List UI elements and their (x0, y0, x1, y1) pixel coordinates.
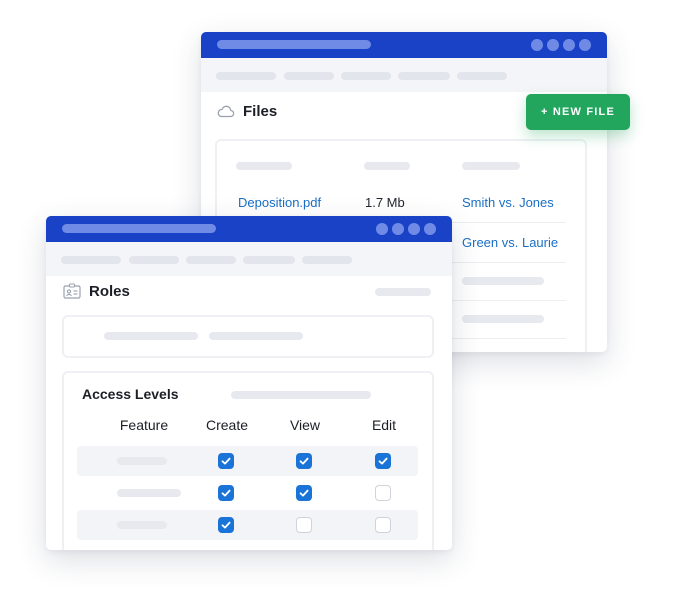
feature-name-placeholder (117, 457, 167, 465)
roles-toolbar (46, 242, 452, 276)
roles-summary-panel (62, 315, 434, 358)
id-badge-icon (63, 283, 81, 299)
window-control-dot[interactable] (408, 223, 420, 235)
window-control-dot[interactable] (424, 223, 436, 235)
toolbar-placeholder[interactable] (129, 256, 179, 264)
checkbox-create[interactable] (218, 453, 234, 469)
check-icon (378, 457, 388, 465)
check-icon (221, 489, 231, 497)
roles-titlebar (46, 216, 452, 242)
roles-window: Roles (46, 216, 452, 550)
feature-name-placeholder (117, 489, 181, 497)
window-control-dot[interactable] (563, 39, 575, 51)
column-header-edit: Edit (371, 417, 397, 433)
toolbar-placeholder[interactable] (186, 256, 236, 264)
files-titlebar (201, 32, 607, 58)
column-header-placeholder (462, 162, 520, 170)
check-icon (221, 521, 231, 529)
column-header-placeholder (364, 162, 410, 170)
window-control-dot[interactable] (376, 223, 388, 235)
toolbar-placeholder[interactable] (284, 72, 334, 80)
toolbar-placeholder[interactable] (341, 72, 391, 80)
access-levels-placeholder (231, 391, 371, 399)
window-control-dot[interactable] (392, 223, 404, 235)
window-control-dot[interactable] (531, 39, 543, 51)
new-file-button[interactable]: + NEW FILE (526, 94, 630, 130)
check-icon (299, 489, 309, 497)
row-placeholder (462, 277, 544, 285)
checkbox-view[interactable] (296, 517, 312, 533)
roles-title-placeholder (62, 224, 216, 233)
summary-placeholder (104, 332, 198, 340)
file-case-link[interactable]: Green vs. Laurie (462, 235, 558, 250)
file-name-link[interactable]: Deposition.pdf (238, 195, 321, 210)
checkbox-view[interactable] (296, 485, 312, 501)
row-placeholder (462, 315, 544, 323)
checkbox-edit[interactable] (375, 485, 391, 501)
column-header-create: Create (205, 417, 249, 433)
toolbar-placeholder[interactable] (457, 72, 507, 80)
window-control-dot[interactable] (547, 39, 559, 51)
header-action-placeholder[interactable] (375, 288, 431, 296)
feature-name-placeholder (117, 521, 167, 529)
files-toolbar (201, 58, 607, 92)
check-icon (221, 457, 231, 465)
roles-title: Roles (89, 283, 130, 300)
column-header-view: View (289, 417, 321, 433)
toolbar-placeholder[interactable] (243, 256, 295, 264)
checkbox-view[interactable] (296, 453, 312, 469)
files-title-placeholder (217, 40, 371, 49)
cloud-icon (217, 105, 235, 118)
checkbox-edit[interactable] (375, 453, 391, 469)
summary-placeholder (209, 332, 303, 340)
column-header-feature: Feature (119, 417, 169, 433)
access-levels-title: Access Levels (82, 386, 179, 402)
file-size: 1.7 Mb (365, 195, 405, 210)
checkbox-edit[interactable] (375, 517, 391, 533)
toolbar-placeholder[interactable] (302, 256, 352, 264)
window-control-dot[interactable] (579, 39, 591, 51)
toolbar-placeholder[interactable] (61, 256, 121, 264)
files-title: Files (243, 103, 278, 120)
file-case-link[interactable]: Smith vs. Jones (462, 195, 554, 210)
checkbox-create[interactable] (218, 485, 234, 501)
toolbar-placeholder[interactable] (398, 72, 450, 80)
stage: Files Deposition.pdf 1.7 Mb Smith vs. Jo… (0, 0, 679, 613)
column-header-placeholder (236, 162, 292, 170)
check-icon (299, 457, 309, 465)
toolbar-placeholder[interactable] (216, 72, 276, 80)
checkbox-create[interactable] (218, 517, 234, 533)
